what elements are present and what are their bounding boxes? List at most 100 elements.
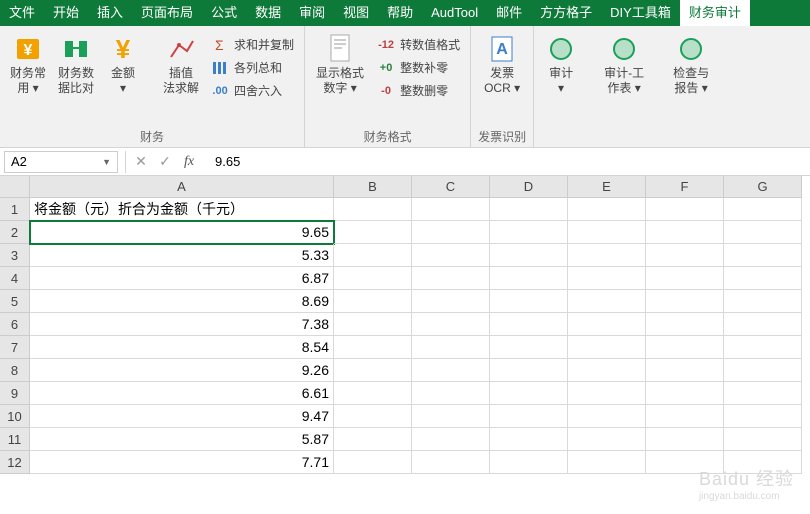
cell-D2[interactable] — [490, 221, 568, 244]
cell-C12[interactable] — [412, 451, 490, 474]
col-header-D[interactable]: D — [490, 176, 568, 198]
cell-E6[interactable] — [568, 313, 646, 336]
cell-A12[interactable]: 7.71 — [30, 451, 334, 474]
cell-E10[interactable] — [568, 405, 646, 428]
cell-A6[interactable]: 7.38 — [30, 313, 334, 336]
col-header-A[interactable]: A — [30, 176, 334, 198]
row-header-9[interactable]: 9 — [0, 382, 30, 405]
cell-E2[interactable] — [568, 221, 646, 244]
cell-A9[interactable]: 6.61 — [30, 382, 334, 405]
cancel-icon[interactable]: ✕ — [129, 153, 153, 170]
menu-item-4[interactable]: 公式 — [202, 0, 246, 26]
cell-E12[interactable] — [568, 451, 646, 474]
cell-D3[interactable] — [490, 244, 568, 267]
col-total-button[interactable]: 各列总和 — [207, 57, 298, 78]
cell-A7[interactable]: 8.54 — [30, 336, 334, 359]
cell-E4[interactable] — [568, 267, 646, 290]
cell-A1[interactable]: 将金额（元）折合为金额（千元） — [30, 198, 334, 221]
menu-item-13[interactable]: 财务审计 — [680, 0, 750, 26]
row-header-7[interactable]: 7 — [0, 336, 30, 359]
menu-item-10[interactable]: 邮件 — [487, 0, 531, 26]
cell-G5[interactable] — [724, 290, 802, 313]
cell-F5[interactable] — [646, 290, 724, 313]
cell-C10[interactable] — [412, 405, 490, 428]
row-header-6[interactable]: 6 — [0, 313, 30, 336]
row-header-2[interactable]: 2 — [0, 221, 30, 244]
cell-C6[interactable] — [412, 313, 490, 336]
finance-compare-button[interactable]: 财务数据比对 — [54, 30, 98, 98]
cell-C4[interactable] — [412, 267, 490, 290]
cell-C5[interactable] — [412, 290, 490, 313]
cell-G7[interactable] — [724, 336, 802, 359]
cell-C3[interactable] — [412, 244, 490, 267]
cell-B12[interactable] — [334, 451, 412, 474]
name-box[interactable]: A2 ▼ — [4, 151, 118, 173]
row-header-5[interactable]: 5 — [0, 290, 30, 313]
cell-F2[interactable] — [646, 221, 724, 244]
cell-D1[interactable] — [490, 198, 568, 221]
cell-A3[interactable]: 5.33 — [30, 244, 334, 267]
menu-item-5[interactable]: 数据 — [246, 0, 290, 26]
cell-B6[interactable] — [334, 313, 412, 336]
menu-item-6[interactable]: 审阅 — [290, 0, 334, 26]
col-header-F[interactable]: F — [646, 176, 724, 198]
cell-G9[interactable] — [724, 382, 802, 405]
cell-E8[interactable] — [568, 359, 646, 382]
col-header-G[interactable]: G — [724, 176, 802, 198]
cell-F6[interactable] — [646, 313, 724, 336]
cell-C1[interactable] — [412, 198, 490, 221]
cell-D6[interactable] — [490, 313, 568, 336]
cell-D12[interactable] — [490, 451, 568, 474]
interpolation-button[interactable]: 插值法求解 — [159, 30, 203, 98]
row-header-1[interactable]: 1 — [0, 198, 30, 221]
cell-G2[interactable] — [724, 221, 802, 244]
cell-A5[interactable]: 8.69 — [30, 290, 334, 313]
menu-item-0[interactable]: 文件 — [0, 0, 44, 26]
cell-D5[interactable] — [490, 290, 568, 313]
row-header-3[interactable]: 3 — [0, 244, 30, 267]
cell-F7[interactable] — [646, 336, 724, 359]
audit-button[interactable]: 审计▾ — [540, 30, 582, 98]
invoice-ocr-button[interactable]: A 发票OCR ▾ — [477, 30, 527, 98]
fx-icon[interactable]: fx — [177, 154, 201, 170]
cell-E1[interactable] — [568, 198, 646, 221]
confirm-icon[interactable]: ✓ — [153, 153, 177, 170]
cell-G3[interactable] — [724, 244, 802, 267]
cell-B1[interactable] — [334, 198, 412, 221]
menu-item-7[interactable]: 视图 — [334, 0, 378, 26]
cell-F4[interactable] — [646, 267, 724, 290]
cell-B4[interactable] — [334, 267, 412, 290]
cell-B10[interactable] — [334, 405, 412, 428]
cell-F3[interactable] — [646, 244, 724, 267]
cell-G6[interactable] — [724, 313, 802, 336]
cell-D7[interactable] — [490, 336, 568, 359]
to-numeric-button[interactable]: -12转数值格式 — [373, 34, 464, 55]
cell-B3[interactable] — [334, 244, 412, 267]
cell-G4[interactable] — [724, 267, 802, 290]
row-header-10[interactable]: 10 — [0, 405, 30, 428]
row-header-12[interactable]: 12 — [0, 451, 30, 474]
int-trim-button[interactable]: -0整数删零 — [373, 80, 464, 101]
cell-C7[interactable] — [412, 336, 490, 359]
cell-E11[interactable] — [568, 428, 646, 451]
cell-E5[interactable] — [568, 290, 646, 313]
cell-D8[interactable] — [490, 359, 568, 382]
cell-C11[interactable] — [412, 428, 490, 451]
cell-B11[interactable] — [334, 428, 412, 451]
cell-B9[interactable] — [334, 382, 412, 405]
audit-sheet-button[interactable]: 审计-工作表 ▾ — [597, 30, 651, 98]
cell-F9[interactable] — [646, 382, 724, 405]
display-format-button[interactable]: 显示格式数字 ▾ — [311, 30, 369, 98]
cell-E7[interactable] — [568, 336, 646, 359]
cell-F11[interactable] — [646, 428, 724, 451]
int-pad-button[interactable]: +0整数补零 — [373, 57, 464, 78]
col-header-C[interactable]: C — [412, 176, 490, 198]
cell-B5[interactable] — [334, 290, 412, 313]
cell-A11[interactable]: 5.87 — [30, 428, 334, 451]
menu-item-12[interactable]: DIY工具箱 — [601, 0, 680, 26]
cell-G10[interactable] — [724, 405, 802, 428]
cell-F8[interactable] — [646, 359, 724, 382]
cell-D9[interactable] — [490, 382, 568, 405]
cell-G1[interactable] — [724, 198, 802, 221]
cell-A4[interactable]: 6.87 — [30, 267, 334, 290]
